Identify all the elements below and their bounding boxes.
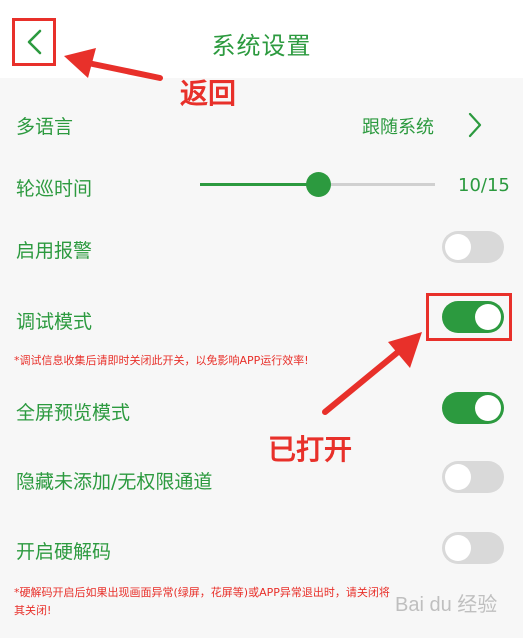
arrow-to-debug-toggle	[322, 332, 422, 415]
annotation-arrows	[64, 48, 422, 415]
arrow-to-back	[64, 48, 163, 81]
annotation-back: 返回	[180, 77, 237, 110]
watermark: Bai du 经验	[395, 594, 498, 616]
annotation-opened: 已打开	[268, 433, 353, 466]
settings-page: 系统设置 多语言 跟随系统 轮巡时间 10/15 启用报警 调试模式 *调试信息…	[0, 0, 523, 638]
